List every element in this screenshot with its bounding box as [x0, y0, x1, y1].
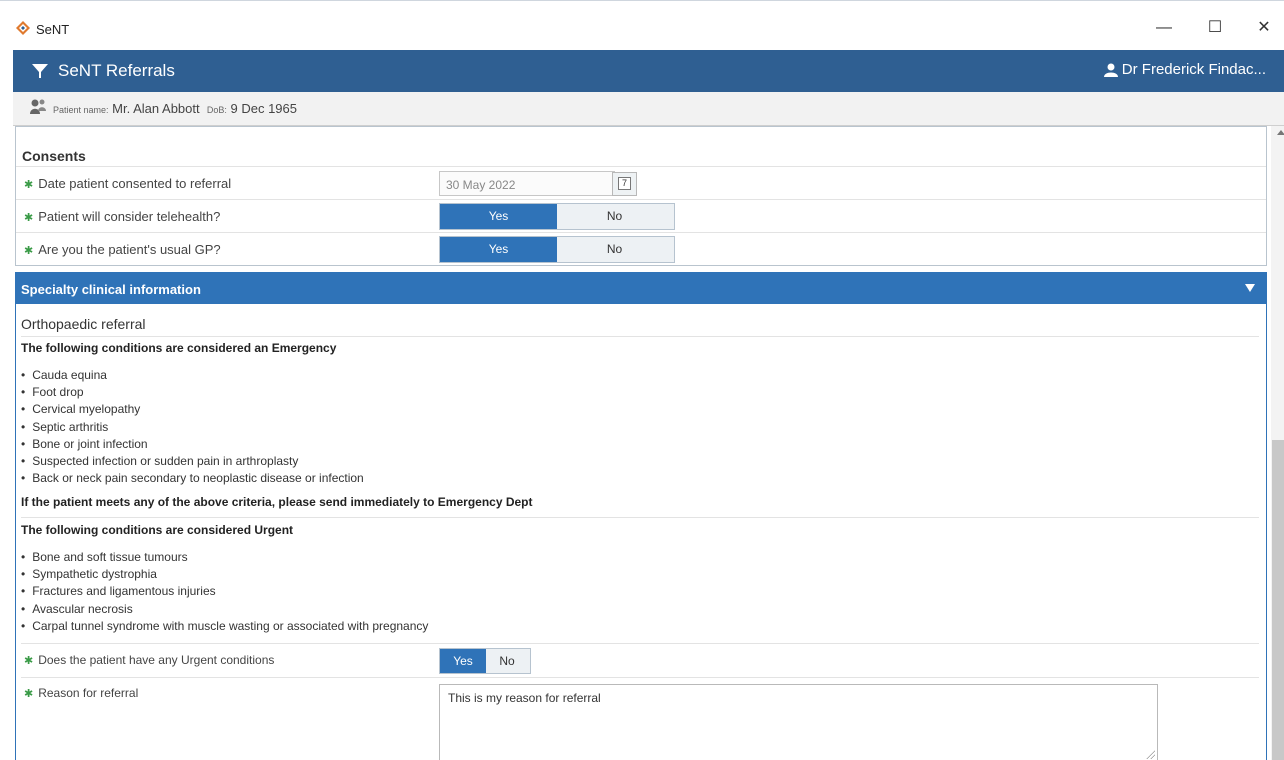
patient-icon [30, 99, 46, 114]
emergency-list: Cauda equina Foot drop Cervical myelopat… [21, 367, 364, 487]
urgent-yes-button[interactable]: Yes [440, 649, 486, 673]
divider [21, 677, 1259, 678]
telehealth-question: ✱ Patient will consider telehealth? [24, 209, 221, 224]
user-name: Dr Frederick Findac... [1121, 61, 1266, 78]
usual-gp-row: ✱ Are you the patient's usual GP? Yes No [16, 232, 1266, 266]
sent-logo-icon [16, 21, 30, 35]
list-item: Cervical myelopathy [21, 401, 364, 418]
list-item: Bone or joint infection [21, 436, 364, 453]
scrollbar-thumb[interactable] [1272, 440, 1284, 760]
scroll-up-icon[interactable] [1277, 130, 1284, 135]
filter-icon[interactable] [32, 64, 48, 78]
patient-dob: 9 Dec 1965 [230, 101, 298, 116]
divider [21, 643, 1259, 644]
patient-name: Mr. Alan Abbott [112, 101, 200, 116]
list-item: Suspected infection or sudden pain in ar… [21, 453, 364, 470]
required-marker: ✱ [24, 245, 34, 257]
user-icon [1103, 63, 1118, 78]
app-header: SeNT Referrals Dr Frederick Findac... [13, 50, 1284, 92]
reason-text: This is my reason for referral [448, 691, 601, 705]
patient-details: Patient name: Mr. Alan Abbott DoB: 9 Dec… [53, 101, 297, 116]
specialty-section: Specialty clinical information Orthopaed… [15, 272, 1267, 760]
required-marker: ✱ [24, 655, 34, 667]
close-button[interactable]: ✕ [1250, 15, 1278, 41]
reason-for-referral-textarea[interactable]: This is my reason for referral [439, 684, 1158, 760]
maximize-button[interactable]: ☐ [1201, 15, 1229, 41]
urgent-list: Bone and soft tissue tumours Sympathetic… [21, 549, 428, 635]
consents-title: Consents [22, 148, 86, 164]
list-item: Bone and soft tissue tumours [21, 549, 428, 566]
consents-section: Consents ✱ Date patient consented to refe… [15, 126, 1267, 266]
urgent-question: ✱ Does the patient have any Urgent condit… [24, 653, 275, 667]
resize-handle-icon[interactable] [1145, 749, 1155, 759]
required-marker: ✱ [24, 212, 34, 224]
list-item: Carpal tunnel syndrome with muscle wasti… [21, 618, 428, 635]
telehealth-yes-button[interactable]: Yes [440, 204, 557, 229]
window-titlebar: SeNT — ☐ ✕ [0, 0, 1284, 48]
divider [21, 336, 1259, 337]
emergency-heading: The following conditions are considered … [21, 341, 337, 355]
urgent-toggle[interactable]: Yes No [439, 648, 531, 674]
app-title: SeNT Referrals [58, 61, 175, 80]
emergency-instruction: If the patient meets any of the above cr… [21, 495, 533, 509]
telehealth-row: ✱ Patient will consider telehealth? Yes N… [16, 199, 1266, 233]
specialty-header[interactable]: Specialty clinical information [16, 273, 1266, 304]
telehealth-toggle[interactable]: Yes No [439, 203, 675, 230]
telehealth-no-button[interactable]: No [557, 204, 672, 229]
user-menu[interactable]: Dr Frederick Findac... [1103, 61, 1266, 78]
list-item: Foot drop [21, 384, 364, 401]
divider [21, 517, 1259, 518]
usual-gp-toggle[interactable]: Yes No [439, 236, 675, 263]
calendar-button[interactable]: 7 [612, 172, 637, 196]
form-scroll-area[interactable]: Consents ✱ Date patient consented to refe… [13, 126, 1267, 760]
specialty-header-title: Specialty clinical information [21, 282, 201, 297]
list-item: Fractures and ligamentous injuries [21, 583, 428, 600]
required-marker: ✱ [24, 179, 34, 191]
app-name: SeNT [36, 22, 70, 37]
urgent-no-button[interactable]: No [486, 649, 528, 673]
required-marker: ✱ [24, 688, 34, 700]
list-item: Sympathetic dystrophia [21, 566, 428, 583]
usual-gp-no-button[interactable]: No [557, 237, 672, 262]
patient-bar: Patient name: Mr. Alan Abbott DoB: 9 Dec… [13, 92, 1284, 126]
urgent-heading: The following conditions are considered … [21, 523, 294, 537]
list-item: Back or neck pain secondary to neoplasti… [21, 470, 364, 487]
orthopaedic-subtitle: Orthopaedic referral [21, 316, 146, 332]
list-item: Septic arthritis [21, 419, 364, 436]
usual-gp-question: ✱ Are you the patient's usual GP? [24, 242, 221, 257]
dob-label: DoB: [206, 105, 227, 115]
consent-date-row: ✱ Date patient consented to referral 30 M… [16, 166, 1266, 200]
list-item: Avascular necrosis [21, 601, 428, 618]
reason-label: ✱ Reason for referral [24, 686, 139, 700]
calendar-icon: 7 [618, 177, 631, 190]
patient-name-label: Patient name: [53, 105, 109, 115]
consent-date-question: ✱ Date patient consented to referral [24, 176, 232, 191]
collapse-icon[interactable] [1245, 284, 1255, 292]
list-item: Cauda equina [21, 367, 364, 384]
usual-gp-yes-button[interactable]: Yes [440, 237, 557, 262]
consent-date-input[interactable]: 30 May 2022 [439, 171, 615, 196]
minimize-button[interactable]: — [1150, 15, 1178, 41]
